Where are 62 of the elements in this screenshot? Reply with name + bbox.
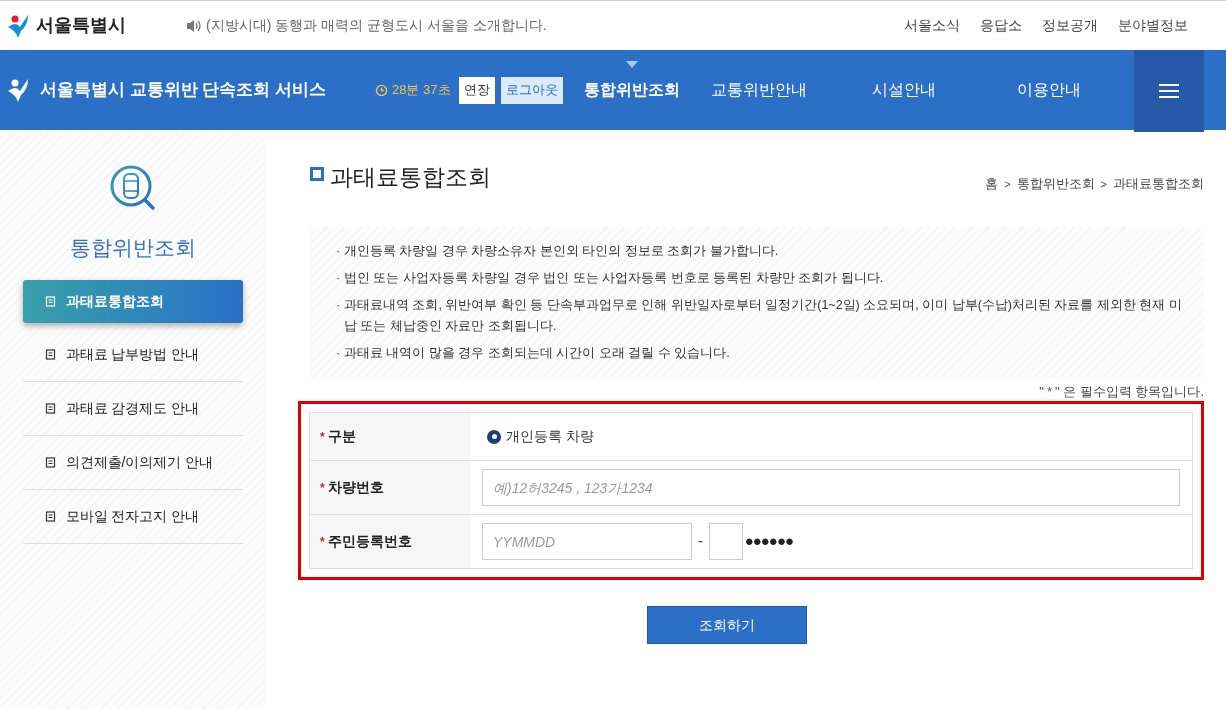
required-note: " 은 필수입력 항목입니다.: [1054, 382, 1204, 401]
search-submit-button[interactable]: 조회하기: [647, 606, 807, 644]
sidebar-item[interactable]: 모바일 전자고지 안내: [22, 489, 243, 544]
bullet-mark: ·: [336, 344, 342, 362]
vehicle-number-field[interactable]: 예)12허3245 , 123가1234: [482, 469, 1180, 506]
sidebar-item[interactable]: 과태료 납부방법 안내: [22, 327, 243, 382]
session-timer: 28분 37초: [392, 81, 451, 100]
separator-text: -: [698, 532, 703, 551]
menu-icon: [1159, 83, 1179, 99]
top-link[interactable]: 응답소: [980, 15, 1022, 36]
form-label: 구분: [327, 427, 356, 446]
quote-mark: ": [1039, 382, 1044, 401]
sidebar-item[interactable]: 의견제출/이의제기 안내: [22, 435, 243, 490]
id-digit-field[interactable]: [708, 523, 743, 560]
active-indicator-icon: [625, 61, 638, 68]
breadcrumb-link[interactable]: 과태료통합조회: [1113, 174, 1204, 194]
page-title: 과태료통합조회: [330, 163, 491, 192]
title-bullet-icon: [310, 167, 324, 181]
top-link[interactable]: 서울소식: [904, 15, 960, 36]
breadcrumb-separator: >: [1004, 176, 1011, 192]
breadcrumb-separator: >: [1100, 176, 1107, 192]
form-label: 차량번호: [327, 478, 384, 497]
nav-tab[interactable]: 통합위반조회: [576, 50, 687, 130]
nav-tab[interactable]: 이용안내: [976, 50, 1122, 130]
breadcrumb-link[interactable]: 홈: [985, 174, 999, 194]
birthdate-field[interactable]: YYMMDD: [482, 523, 692, 560]
document-icon: [44, 456, 56, 468]
bullet-mark: ·: [336, 242, 342, 260]
bullet-mark: ·: [336, 269, 342, 287]
required-asterisk: *: [1046, 382, 1052, 401]
logout-button[interactable]: 로그아웃: [500, 76, 563, 104]
notice-ticker[interactable]: (지방시대) 동행과 매력의 균형도시 서울을 소개합니다.: [206, 15, 547, 36]
menu-button[interactable]: [1134, 50, 1204, 132]
service-title[interactable]: 서울특별시 교통위반 단속조회 서비스: [40, 77, 375, 103]
required-asterisk: *: [320, 479, 325, 497]
nav-tab[interactable]: 교통위반안내: [686, 50, 832, 130]
sidebar-item[interactable]: 과태료 감경제도 안내: [22, 381, 243, 436]
document-icon: [44, 295, 56, 307]
sidebar-title: 통합위반조회: [69, 235, 196, 261]
breadcrumb-link[interactable]: 통합위반조회: [1016, 174, 1095, 194]
notice-text: 개인등록 차량일 경우 차량소유자 본인외 타인의 정보로 조회가 불가합니다.: [344, 242, 779, 260]
logo-text[interactable]: 서울특별시: [36, 12, 126, 39]
document-icon: [44, 510, 56, 522]
required-asterisk: *: [320, 533, 325, 551]
extend-button[interactable]: 연장: [458, 76, 495, 104]
document-icon: [44, 402, 56, 414]
form-label: 주민등록번호: [327, 532, 412, 551]
masked-digits: ●●●●●●: [744, 531, 794, 552]
notice-text: 과태료내역 조회, 위반여부 확인 등 단속부과업무로 인해 위반일자로부터 일정기간(1~2일) 소요되며, 이미 납부(수납)처리된 자료를 제외한 현재 미납 또는 체납중인 자료만 조회됩니다.: [344, 296, 1183, 335]
notice-text: 법인 또는 사업자등록 차량일 경우 법인 또는 사업자등록 번호로 등록된 차량만 조회가 됩니다.: [344, 269, 884, 287]
notice-text: 과태료 내역이 많을 경우 조회되는데 시간이 오래 걸릴 수 있습니다.: [344, 344, 730, 362]
nav-tab[interactable]: 시설안내: [831, 50, 977, 130]
top-link[interactable]: 정보공개: [1042, 15, 1098, 36]
sidebar-item[interactable]: 과태료통합조회: [22, 279, 243, 323]
top-link[interactable]: 분야별정보: [1118, 15, 1188, 36]
radio-label[interactable]: 개인등록 차량: [506, 426, 594, 447]
document-icon: [44, 348, 56, 360]
bullet-mark: ·: [336, 296, 342, 314]
required-asterisk: *: [320, 428, 325, 446]
radio-button[interactable]: [487, 429, 501, 444]
speaker-icon: [186, 18, 202, 33]
clock-icon: [375, 83, 388, 97]
